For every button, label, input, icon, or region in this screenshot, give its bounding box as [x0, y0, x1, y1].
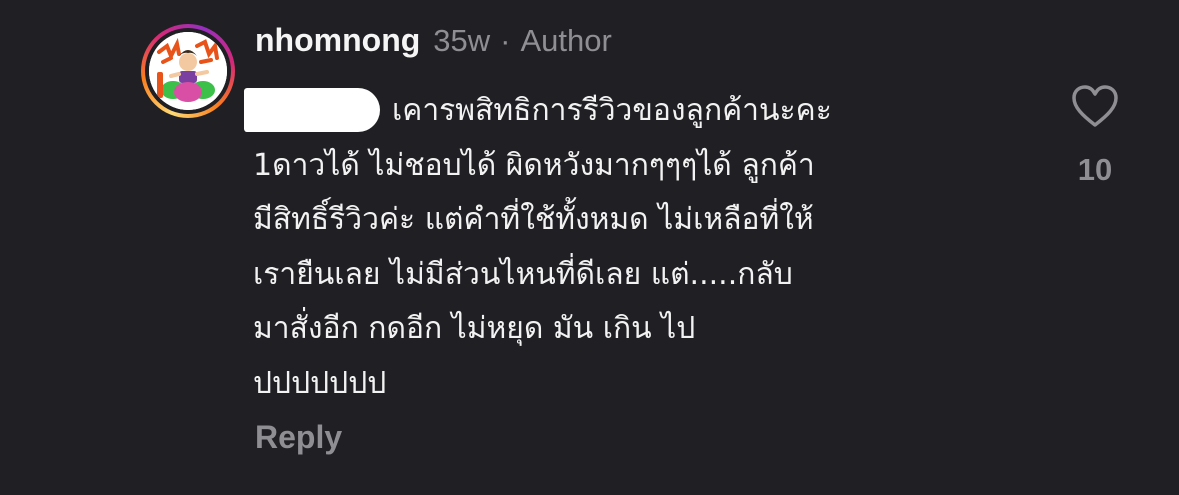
- like-count[interactable]: 10: [1064, 152, 1126, 188]
- comment-text: เคารพสิทธิการรีวิวของลูกค้านะคะ 1ดาวได้ …: [253, 84, 1043, 411]
- like-control: 10: [1064, 80, 1126, 200]
- reply-button[interactable]: Reply: [255, 419, 342, 456]
- comment-text-line: 1ดาวได้ ไม่ชอบได้ ผิดหวังมากๆๆๆได้ ลูกค้…: [253, 147, 815, 183]
- meta-separator: ·: [500, 23, 511, 58]
- comment-item: nhomnong 35w · Author เคารพสิทธิการรีวิว…: [0, 0, 1179, 495]
- comment-header: nhomnong 35w · Author: [255, 22, 612, 66]
- comment-text-line: ปปปปปปป: [253, 365, 387, 401]
- comment-text-line: มาสั่งอีก กดอีก ไม่หยุด มัน เกิน ไป: [253, 311, 696, 346]
- comment-text-line: เรายืนเลย ไม่มีส่วนไหนที่ดีเลย แต่.....ก…: [253, 256, 793, 292]
- heart-outline-icon[interactable]: [1071, 84, 1119, 128]
- timestamp: 35w: [433, 23, 491, 58]
- story-ring[interactable]: [141, 24, 235, 118]
- comment-text-line: เคารพสิทธิการรีวิวของลูกค้านะคะ: [392, 93, 832, 128]
- comment-text-line: มีสิทธิ์รีวิวค่ะ แต่คำที่ใช้ทั้งหมด ไม่เ…: [253, 202, 814, 237]
- author-badge: Author: [520, 23, 612, 58]
- avatar[interactable]: [149, 32, 227, 110]
- cartoon-avatar-icon: [149, 32, 227, 110]
- username-link[interactable]: nhomnong: [255, 22, 420, 59]
